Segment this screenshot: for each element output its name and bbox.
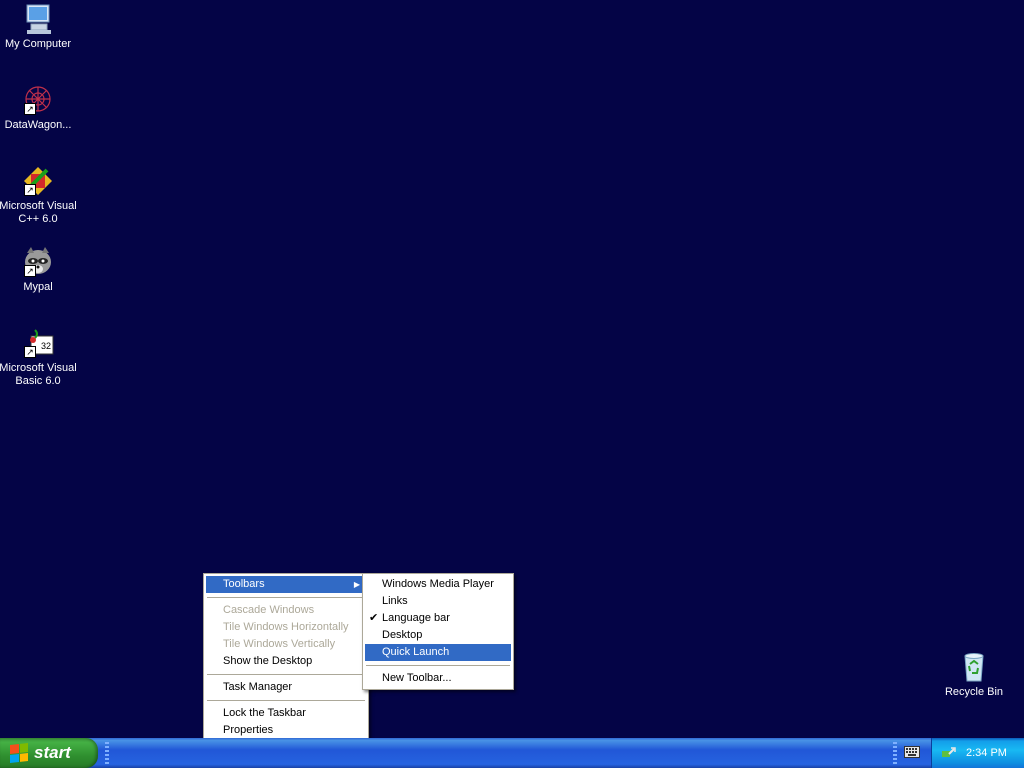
desktop-icon-my-computer[interactable]: My Computer — [0, 2, 78, 51]
taskbar-context-menu: Toolbars ▶ Cascade Windows Tile Windows … — [203, 573, 369, 742]
svg-text:32: 32 — [41, 341, 51, 351]
desktop-icon-label: Recycle Bin — [944, 686, 1004, 698]
keyboard-icon[interactable] — [904, 746, 920, 758]
submenu-item-links[interactable]: Links — [365, 593, 511, 610]
submenu-item-new-toolbar[interactable]: New Toolbar... — [365, 670, 511, 687]
menu-item-show-desktop[interactable]: Show the Desktop — [206, 653, 366, 670]
menu-separator — [207, 700, 365, 701]
menu-separator — [366, 665, 510, 666]
language-bar-grip-handle[interactable] — [893, 742, 897, 764]
mypal-raccoon-icon: ↗ — [21, 245, 55, 279]
computer-icon — [21, 2, 55, 36]
menu-item-toolbars[interactable]: Toolbars ▶ — [206, 576, 366, 593]
menu-item-label: Desktop — [382, 629, 423, 641]
recycle-bin-icon — [957, 650, 991, 684]
desktop-icon-label: My Computer — [4, 38, 72, 50]
submenu-arrow-icon: ▶ — [353, 580, 360, 589]
menu-item-lock-taskbar[interactable]: Lock the Taskbar — [206, 705, 366, 722]
menu-item-label: New Toolbar... — [382, 672, 452, 684]
menu-separator — [207, 674, 365, 675]
clock[interactable]: 2:34 PM — [966, 747, 1007, 759]
toolbar-grip-handle[interactable] — [105, 742, 109, 764]
menu-item-label: Windows Media Player — [382, 578, 494, 590]
menu-item-tile-horizontally: Tile Windows Horizontally — [223, 621, 349, 633]
desktop-icon-datawagon[interactable]: ↗ DataWagon... — [0, 83, 78, 132]
safely-remove-hardware-icon[interactable] — [940, 745, 956, 761]
submenu-item-language-bar[interactable]: ✔ Language bar — [365, 610, 511, 627]
desktop-icon-visual-cpp[interactable]: ↗ Microsoft Visual C++ 6.0 — [0, 164, 78, 226]
submenu-item-windows-media-player[interactable]: Windows Media Player — [365, 576, 511, 593]
menu-item-properties[interactable]: Properties — [206, 722, 366, 739]
desktop-icon-label: Mypal — [23, 281, 53, 293]
system-tray: 2:34 PM — [931, 738, 1024, 768]
desktop-icon-mypal[interactable]: ↗ Mypal — [0, 245, 78, 294]
desktop-icon-label: Microsoft Visual Basic 6.0 — [0, 362, 77, 387]
menu-item-tile-vertically: Tile Windows Vertically — [223, 638, 336, 650]
submenu-item-quick-launch[interactable]: Quick Launch — [365, 644, 511, 661]
submenu-item-desktop[interactable]: Desktop — [365, 627, 511, 644]
menu-separator — [207, 597, 365, 598]
menu-item-label: Links — [382, 595, 408, 607]
menu-item-label: Language bar — [382, 612, 450, 624]
visual-cpp-icon: ↗ — [21, 164, 55, 198]
desktop-icon-label: DataWagon... — [4, 119, 72, 131]
menu-item-task-manager[interactable]: Task Manager — [206, 679, 366, 696]
menu-item-label: Toolbars — [223, 578, 265, 590]
checkmark-icon: ✔ — [369, 612, 379, 624]
datawagon-icon: ↗ — [21, 83, 55, 117]
visual-basic-icon: 32 ↗ — [21, 326, 55, 360]
desktop-icon-recycle-bin[interactable]: Recycle Bin — [934, 650, 1014, 699]
windows-logo-icon — [10, 743, 28, 763]
menu-item-label: Quick Launch — [382, 646, 450, 658]
start-button[interactable]: start — [0, 738, 98, 768]
toolbars-submenu: Windows Media Player Links ✔ Language ba… — [362, 573, 514, 690]
start-label: start — [34, 743, 71, 762]
desktop-icon-visual-basic[interactable]: 32 ↗ Microsoft Visual Basic 6.0 — [0, 326, 78, 388]
desktop-icon-label: Microsoft Visual C++ 6.0 — [0, 200, 77, 225]
taskbar[interactable]: start 2:34 PM — [0, 738, 1024, 768]
menu-item-cascade-windows: Cascade Windows — [223, 604, 315, 616]
